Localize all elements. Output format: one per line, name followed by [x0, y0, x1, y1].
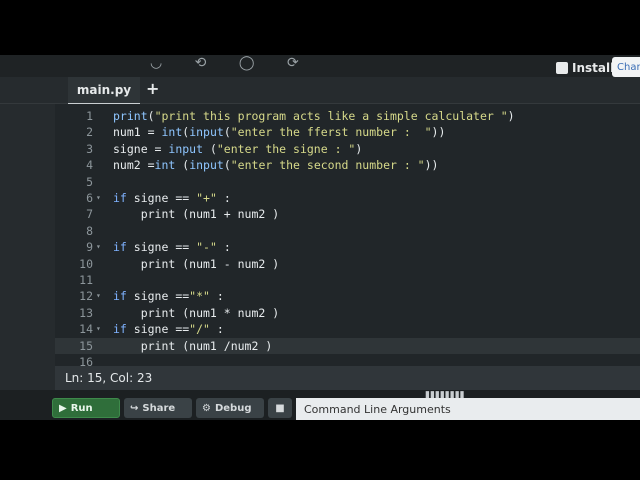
line-number: 3 — [86, 141, 93, 156]
bottom-toolbar: ▮▮▮▮▮▮▮▮ ▶ Run ↪ Share ⚙ Debug ■ Command… — [0, 390, 640, 420]
cursor-position: Ln: 15, Col: 23 — [65, 371, 153, 385]
install-button[interactable]: Install — [556, 58, 614, 78]
code-text: print (num1 + num2 ) — [113, 207, 280, 222]
code-text: num2 =int (input("enter the second numbe… — [113, 158, 439, 173]
code-line[interactable]: 7 print (num1 + num2 ) — [55, 206, 640, 222]
code-text: print("print this program acts like a si… — [113, 109, 515, 123]
code-line[interactable]: 2 num1 = int(input("enter the fferst numb… — [55, 124, 640, 140]
code-text: print (num1 - num2 ) — [113, 256, 280, 271]
debug-button[interactable]: ⚙ Debug — [196, 398, 264, 418]
code-line[interactable]: 3 signe = input ("enter the signe : ") — [55, 141, 640, 157]
top-toolbar: ◡ ⟲ ◯ ⟳ Install Chan — [0, 55, 640, 77]
code-line[interactable]: 4 num2 =int (input("enter the second numb… — [55, 157, 640, 173]
code-text: if signe == "-" : — [113, 240, 231, 255]
gear-icon: ⚙ — [202, 402, 211, 414]
install-label: Install — [572, 61, 615, 75]
code-line[interactable]: 10 print (num1 - num2 ) — [55, 256, 640, 272]
code-line[interactable]: 8 — [55, 223, 640, 239]
code-editor[interactable]: 1 print("print this program acts like a s… — [55, 104, 640, 369]
share-icon: ↪ — [130, 402, 139, 414]
fold-toggle-icon[interactable]: ▾ — [96, 321, 101, 337]
share-button[interactable]: ↪ Share — [124, 398, 192, 418]
line-number: 12 — [79, 289, 93, 304]
line-number: 1 — [86, 109, 93, 123]
code-line[interactable]: 13 print (num1 * num2 ) — [55, 305, 640, 321]
line-number: 7 — [86, 207, 93, 222]
play-icon: ▶ — [59, 402, 67, 414]
fold-toggle-icon[interactable]: ▾ — [96, 288, 101, 304]
run-button[interactable]: ▶ Run — [52, 398, 120, 418]
line-number: 8 — [86, 223, 93, 238]
stop-icon: ■ — [275, 402, 285, 414]
code-text: if signe == "+" : — [113, 191, 231, 205]
code-line[interactable]: 6 ▾ if signe == "+" : — [55, 190, 640, 206]
line-number: 10 — [79, 256, 93, 271]
add-tab-icon[interactable]: + — [146, 79, 159, 98]
code-text: print (num1 /num2 ) — [113, 338, 273, 353]
change-button[interactable]: Chan — [612, 57, 640, 77]
stop-button[interactable]: ■ — [268, 398, 292, 418]
command-line-arguments-input[interactable]: Command Line Arguments — [296, 398, 640, 420]
fold-toggle-icon[interactable]: ▾ — [96, 239, 101, 255]
code-line[interactable]: 15 print (num1 /num2 ) — [55, 337, 640, 354]
tab-bar: main.py + — [0, 77, 640, 105]
code-line[interactable]: 5 — [55, 174, 640, 190]
line-number: 5 — [86, 174, 93, 189]
line-number: 13 — [79, 305, 93, 320]
code-text: if signe =="*" : — [113, 289, 224, 304]
share-label: Share — [142, 402, 176, 414]
status-bar: Ln: 15, Col: 23 — [55, 366, 640, 390]
ide-window: ◡ ⟲ ◯ ⟳ Install Chan main.py + 1 print("p… — [0, 55, 640, 420]
code-line[interactable]: 1 print("print this program acts like a s… — [55, 108, 640, 124]
code-text: print (num1 * num2 ) — [113, 305, 280, 320]
tab-main-py[interactable]: main.py — [68, 77, 140, 105]
code-line[interactable]: 9 ▾ if signe == "-" : — [55, 239, 640, 255]
line-number: 2 — [86, 125, 93, 140]
line-number: 9 — [86, 240, 93, 255]
line-number: 11 — [79, 273, 93, 287]
line-number: 15 — [79, 338, 93, 353]
line-number: 6 — [86, 191, 93, 205]
debug-label: Debug — [214, 402, 252, 414]
code-text: signe = input ("enter the signe : ") — [113, 141, 363, 156]
code-line[interactable]: 11 — [55, 272, 640, 288]
code-text: num1 = int(input("enter the fferst numbe… — [113, 125, 446, 140]
package-icon — [556, 62, 568, 74]
code-line[interactable]: 12 ▾ if signe =="*" : — [55, 288, 640, 304]
toolbar-icons: ◡ ⟲ ◯ ⟳ — [150, 55, 313, 71]
line-number: 4 — [86, 158, 93, 173]
code-text: if signe =="/" : — [113, 322, 224, 337]
line-number: 14 — [79, 322, 93, 337]
run-label: Run — [70, 402, 93, 414]
code-line[interactable]: 14 ▾ if signe =="/" : — [55, 321, 640, 337]
fold-toggle-icon[interactable]: ▾ — [96, 190, 101, 206]
